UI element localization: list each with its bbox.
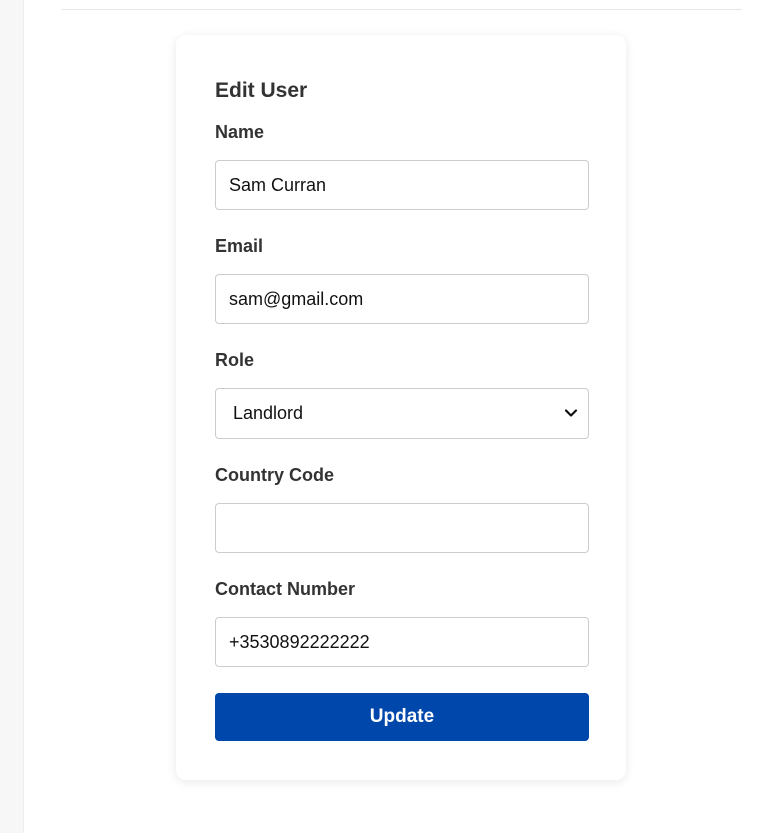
chevron-down-icon (564, 409, 578, 417)
name-label: Name (215, 122, 265, 142)
edit-user-card: Edit User Name Email Role Landlord Count… (176, 35, 626, 780)
update-button[interactable]: Update (215, 693, 589, 741)
left-rail (0, 0, 24, 833)
form-title: Edit User (215, 79, 308, 102)
role-label: Role (215, 350, 255, 370)
contact-number-input[interactable] (215, 617, 589, 667)
role-select-value: Landlord (233, 403, 304, 423)
top-divider (62, 9, 742, 10)
country-code-label: Country Code (215, 465, 334, 485)
role-select[interactable]: Landlord (215, 388, 589, 439)
name-input[interactable] (215, 160, 589, 210)
email-label: Email (215, 236, 264, 256)
country-code-input[interactable] (215, 503, 589, 553)
contact-number-label: Contact Number (215, 579, 356, 599)
email-input[interactable] (215, 274, 589, 324)
